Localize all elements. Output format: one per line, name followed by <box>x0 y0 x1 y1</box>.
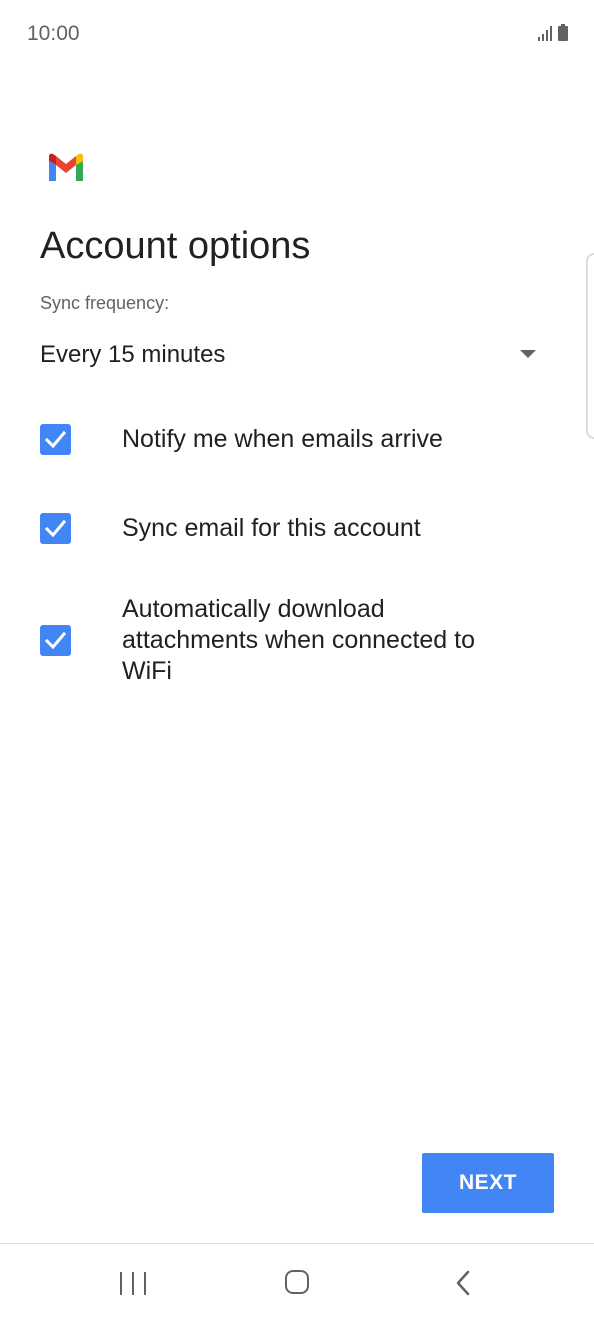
sync-frequency-label: Sync frequency: <box>40 293 170 313</box>
notify-label: Notify me when emails arrive <box>122 425 443 453</box>
battery-icon <box>558 24 568 41</box>
sync-email-option[interactable]: Sync email for this account <box>40 513 540 544</box>
dropdown-arrow-icon <box>520 350 536 358</box>
status-icons <box>538 24 568 41</box>
sync-email-label: Sync email for this account <box>122 514 421 542</box>
page-title: Account options <box>40 225 311 267</box>
home-icon[interactable] <box>285 1270 309 1294</box>
checkmark-icon <box>44 631 67 650</box>
nav-divider <box>0 1243 594 1244</box>
sync-frequency-value: Every 15 minutes <box>40 341 226 368</box>
sync-frequency-dropdown[interactable]: Every 15 minutes <box>40 336 540 378</box>
checkmark-icon <box>44 519 67 538</box>
next-button[interactable]: NEXT <box>422 1153 554 1213</box>
status-time: 10:00 <box>27 22 80 45</box>
notify-checkbox[interactable] <box>40 424 71 455</box>
auto-download-checkbox[interactable] <box>40 625 71 656</box>
back-icon[interactable] <box>453 1270 473 1296</box>
gmail-logo <box>49 153 83 181</box>
auto-download-option[interactable]: Automatically download attachments when … <box>40 594 540 689</box>
scroll-indicator[interactable] <box>586 253 594 439</box>
checkmark-icon <box>44 430 67 449</box>
signal-icon <box>538 25 552 41</box>
notify-option[interactable]: Notify me when emails arrive <box>40 424 540 455</box>
screen: 10:00 Account options Sync frequency: Ev… <box>0 0 594 1322</box>
recents-icon[interactable] <box>120 1272 146 1295</box>
sync-email-checkbox[interactable] <box>40 513 71 544</box>
auto-download-label: Automatically download attachments when … <box>122 595 476 685</box>
